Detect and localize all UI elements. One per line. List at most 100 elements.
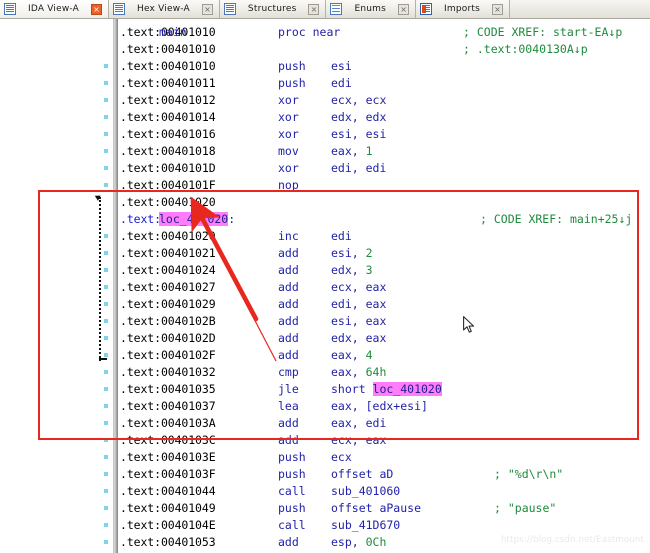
mnemonic: add: [278, 280, 299, 294]
operands[interactable]: offset aPause: [331, 500, 421, 517]
operands[interactable]: ecx, ecx: [331, 92, 386, 109]
mnemonic: inc: [278, 229, 299, 243]
mnemonic: cmp: [278, 365, 299, 379]
disasm-line[interactable]: .text:0040101D xor edi, edi: [0, 160, 650, 177]
operands[interactable]: esi, 2: [331, 245, 373, 262]
mnemonic: add: [278, 416, 299, 430]
close-icon[interactable]: ×: [492, 3, 504, 15]
operands[interactable]: edx, edx: [331, 109, 386, 126]
disasm-line[interactable]: .text:0040103C add ecx, eax: [0, 432, 650, 449]
numeric-literal: 64h: [365, 365, 387, 379]
disasm-line[interactable]: .text:00401016 xor esi, esi: [0, 126, 650, 143]
breakpoint-dot-icon: [104, 166, 108, 170]
tab-label: Structures: [247, 4, 297, 14]
breakpoint-dot-icon: [104, 438, 108, 442]
disasm-line[interactable]: .text:0040103A add eax, edi: [0, 415, 650, 432]
disasm-line[interactable]: .text:0040102D add edx, eax: [0, 330, 650, 347]
mnemonic: xor: [278, 110, 299, 124]
disassembly-view[interactable]: .text:00401010 main proc near; CODE XREF: …: [0, 19, 650, 553]
operands[interactable]: eax, [edx+esi]: [331, 398, 428, 415]
operands[interactable]: esi: [331, 58, 352, 75]
disasm-line[interactable]: .text:0040101F nop: [0, 177, 650, 194]
mnemonic: push: [278, 450, 306, 464]
operands[interactable]: esp, 0Ch: [331, 534, 386, 551]
disasm-line[interactable]: .text:00401037 lea eax, [edx+esi]: [0, 398, 650, 415]
disasm-line[interactable]: .text:00401020 inc edi: [0, 228, 650, 245]
line-address: .text:00401037: [120, 399, 216, 413]
breakpoint-dot-icon: [104, 64, 108, 68]
operands[interactable]: esi, esi: [331, 126, 386, 143]
tab-structures[interactable]: Structures ×: [219, 0, 327, 18]
tab-imports[interactable]: Imports ×: [416, 0, 511, 18]
operands[interactable]: ecx, eax: [331, 432, 386, 449]
operands[interactable]: esi, eax: [331, 313, 386, 330]
disasm-line[interactable]: .text:00401020: [0, 194, 650, 211]
operands[interactable]: edi: [331, 228, 352, 245]
disasm-line[interactable]: .text:00401035 jle short loc_401020: [0, 381, 650, 398]
highlighted-label[interactable]: loc_401020:: [159, 211, 235, 228]
highlighted-label-text[interactable]: loc_401020: [159, 212, 229, 226]
operands[interactable]: edi: [331, 75, 352, 92]
operands[interactable]: sub_401060: [331, 483, 400, 500]
operands[interactable]: eax, edi: [331, 415, 386, 432]
operands[interactable]: eax, 1: [331, 143, 373, 160]
operands[interactable]: ecx: [331, 449, 352, 466]
operands[interactable]: edi, eax: [331, 296, 386, 313]
close-icon[interactable]: ×: [91, 3, 103, 15]
disasm-line[interactable]: .text:0040103F push offset aD ; "%d\r\n": [0, 466, 650, 483]
disasm-line[interactable]: .text:00401014 xor edx, edx: [0, 109, 650, 126]
close-icon[interactable]: ×: [201, 3, 213, 15]
disasm-line[interactable]: .text:00401010 ; .text:0040130A↓p: [0, 41, 650, 58]
tab-ida-view-a[interactable]: IDA View-A ×: [0, 0, 110, 18]
highlighted-xref-label[interactable]: loc_401020: [372, 382, 442, 396]
disasm-line[interactable]: .text:00401011 push edi: [0, 75, 650, 92]
disasm-line[interactable]: .text:00401032 cmp eax, 64h: [0, 364, 650, 381]
close-icon[interactable]: ×: [308, 3, 320, 15]
operands[interactable]: edx, 3: [331, 262, 373, 279]
disasm-line[interactable]: .text:00401029 add edi, eax: [0, 296, 650, 313]
operands[interactable]: eax, 4: [331, 347, 373, 364]
line-address: .text:00401035: [120, 382, 216, 396]
disasm-line[interactable]: .text:00401018 mov eax, 1: [0, 143, 650, 160]
line-address: .text:00401010: [120, 42, 216, 56]
close-icon[interactable]: ×: [398, 3, 410, 15]
disasm-line[interactable]: .text:0040102F add eax, 4: [0, 347, 650, 364]
tab-label: Enums: [354, 4, 387, 14]
disasm-line[interactable]: .text:0040103E push ecx: [0, 449, 650, 466]
breakpoint-dot-icon: [104, 81, 108, 85]
mnemonic: add: [278, 246, 299, 260]
disasm-line[interactable]: .text:00401024 add edx, 3: [0, 262, 650, 279]
operands[interactable]: short loc_401020: [331, 381, 442, 398]
operands[interactable]: offset aD: [331, 466, 393, 483]
disasm-line[interactable]: .text:00401044 call sub_401060: [0, 483, 650, 500]
breakpoint-dot-icon: [104, 523, 108, 527]
operands[interactable]: eax, 64h: [331, 364, 386, 381]
disasm-line[interactable]: .text:00401012 xor ecx, ecx: [0, 92, 650, 109]
line-address: .text:00401018: [120, 144, 216, 158]
operands[interactable]: edi, edi: [331, 160, 386, 177]
mnemonic: add: [278, 535, 299, 549]
breakpoint-dot-icon: [104, 132, 108, 136]
breakpoint-dot-icon: [104, 285, 108, 289]
symbol-name[interactable]: main: [159, 24, 187, 41]
disasm-line[interactable]: .text:00401027 add ecx, eax: [0, 279, 650, 296]
mnemonic: call: [278, 518, 306, 532]
disasm-line[interactable]: .text:00401049 push offset aPause ; "pause": [0, 500, 650, 517]
line-address: .text:0040103A: [120, 416, 216, 430]
tab-enums[interactable]: Enums ×: [326, 0, 417, 18]
line-address: .text:0040103E: [120, 450, 216, 464]
disasm-line[interactable]: .text:0040104E call sub_41D670: [0, 517, 650, 534]
line-address: .text:00401020: [120, 229, 216, 243]
operands[interactable]: edx, eax: [331, 330, 386, 347]
line-address: .text:0040102F: [120, 348, 216, 362]
operands[interactable]: sub_41D670: [331, 517, 400, 534]
line-address: .text:0040103C: [120, 433, 216, 447]
disasm-line[interactable]: .text:00401010 main proc near; CODE XREF: …: [0, 24, 650, 41]
disasm-line[interactable]: .text:00401021 add esi, 2: [0, 245, 650, 262]
disasm-line[interactable]: .text:0040102B add esi, eax: [0, 313, 650, 330]
disasm-line[interactable]: .text:00401020loc_401020:; CODE XREF: ma…: [0, 211, 650, 228]
operands[interactable]: ecx, eax: [331, 279, 386, 296]
tab-hex-view-a[interactable]: Hex View-A ×: [109, 0, 220, 18]
disasm-line[interactable]: .text:00401010 push esi: [0, 58, 650, 75]
line-comment: ; .text:0040130A↓p: [463, 42, 588, 56]
